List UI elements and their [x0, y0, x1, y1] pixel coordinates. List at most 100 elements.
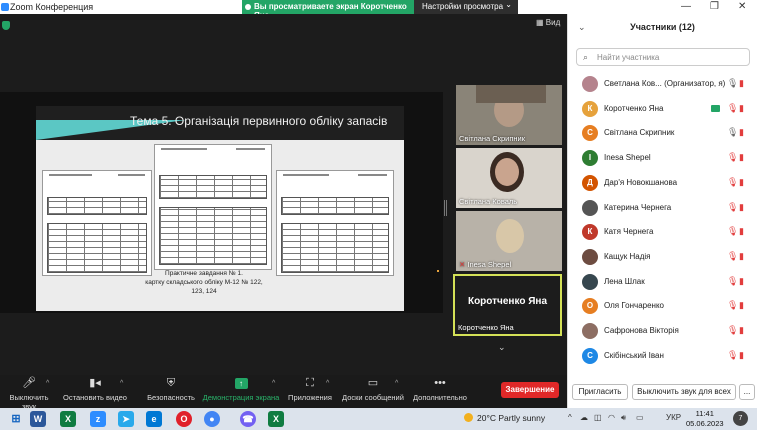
scroll-down-chevron-icon[interactable]: ⌄	[498, 342, 506, 353]
microphone-icon[interactable]: 🎙︎	[727, 78, 738, 89]
participant-search-input[interactable]: ⌕ Найти участника	[576, 48, 750, 66]
participant-name: Скібінський Іван	[604, 350, 664, 360]
minimize-button[interactable]: —	[681, 1, 691, 12]
share-screen-button[interactable]: ↑ Демонстрация экрана	[202, 377, 280, 402]
share-screen-icon: ↑	[202, 377, 280, 390]
more-options-button[interactable]: ...	[739, 384, 755, 400]
participant-row[interactable]: К Коротченко Яна 🎙︎ ▮	[568, 97, 757, 122]
avatar: О	[582, 298, 598, 315]
mic-muted-icon[interactable]: 🎙︎	[727, 152, 738, 163]
mute-options-caret-icon[interactable]: ^	[46, 380, 49, 387]
participant-row[interactable]: Лена Шлак 🎙︎ ▮	[568, 270, 757, 295]
video-off-icon[interactable]: ▮	[739, 325, 744, 336]
more-button[interactable]: ••• Дополнительно	[410, 377, 470, 402]
mute-all-button[interactable]: Выключить звук для всех	[632, 384, 736, 400]
start-button[interactable]: ⊞	[8, 411, 24, 427]
participant-row[interactable]: К Катя Чернега 🎙︎ ▮	[568, 220, 757, 245]
video-off-icon[interactable]: ▮	[739, 103, 744, 114]
mic-muted-icon[interactable]: 🎙︎	[727, 350, 738, 361]
video-off-icon[interactable]: ▮	[739, 226, 744, 237]
mic-muted-icon[interactable]: 🎙︎	[727, 276, 738, 287]
language-indicator[interactable]: УКР	[666, 413, 681, 422]
view-settings-button[interactable]: Настройки просмотра ⌄	[414, 0, 518, 14]
tray-expand-icon[interactable]: ^	[568, 413, 572, 422]
participant-row[interactable]: С Світлана Скрипник 🎙︎ ▮	[568, 121, 757, 146]
participant-row[interactable]: Катерина Чернега 🎙︎ ▮	[568, 196, 757, 221]
clock-time: 11:41	[695, 409, 714, 418]
video-off-icon[interactable]: ▮	[739, 78, 744, 89]
mic-muted-icon[interactable]: 🎙︎	[727, 300, 738, 311]
excel-window-icon[interactable]: X	[268, 411, 284, 427]
video-off-icon[interactable]: ▮	[739, 202, 744, 213]
video-off-icon[interactable]: ▮	[739, 276, 744, 287]
network-icon[interactable]: ◫	[594, 413, 602, 422]
participant-row[interactable]: Д Дар'я Новокшанова 🎙︎ ▮	[568, 171, 757, 196]
video-tile[interactable]: Світлана Скрипник	[456, 85, 562, 145]
end-meeting-button[interactable]: Завершение	[501, 382, 559, 398]
video-tile[interactable]: Світлана Коваль	[456, 148, 562, 208]
mic-muted-icon[interactable]: 🎙︎	[727, 177, 738, 188]
video-off-icon[interactable]: ▮	[739, 177, 744, 188]
active-speaker-tile[interactable]: Коротченко Яна Коротченко Яна	[453, 274, 562, 336]
word-icon[interactable]: W	[30, 411, 46, 427]
participant-row[interactable]: Кащук Надія 🎙︎ ▮	[568, 245, 757, 270]
share-options-caret-icon[interactable]: ^	[272, 380, 275, 387]
mic-muted-icon[interactable]: 🎙︎	[727, 325, 738, 336]
battery-icon[interactable]: ▭	[636, 413, 644, 422]
participant-row[interactable]: Светлана Ков... (Организатор, я) 🎙︎ ▮	[568, 72, 757, 97]
whiteboards-options-caret-icon[interactable]: ^	[395, 380, 398, 387]
stop-video-button[interactable]: ▮◂ Остановить видео	[62, 377, 128, 402]
volume-icon[interactable]: 🔊︎	[621, 413, 626, 423]
splitter-handle[interactable]	[444, 200, 447, 216]
weather-widget[interactable]: 20°C Partly sunny	[464, 413, 545, 423]
view-label: Вид	[545, 18, 561, 27]
participant-row[interactable]: О Оля Гончаренко 🎙︎ ▮	[568, 294, 757, 319]
participant-face	[495, 158, 519, 186]
video-tile[interactable]: ✕ Inesa Shepel	[456, 211, 562, 271]
security-button[interactable]: ⛨ Безопасность	[146, 377, 196, 402]
video-off-icon[interactable]: ▮	[739, 152, 744, 163]
view-button[interactable]: ▦ Вид	[536, 18, 560, 27]
background-shelf	[476, 85, 546, 103]
mic-muted-icon[interactable]: 🎙︎	[727, 202, 738, 213]
video-off-icon[interactable]: ▮	[739, 300, 744, 311]
avatar: Д	[582, 174, 598, 191]
mic-muted-icon[interactable]: 🎙︎	[727, 103, 738, 114]
encryption-shield-icon[interactable]	[2, 21, 10, 30]
video-off-icon[interactable]: ▮	[739, 251, 744, 262]
maximize-button[interactable]: ❐	[710, 1, 719, 12]
mic-muted-icon[interactable]: 🎙︎	[727, 226, 738, 237]
avatar: К	[582, 100, 598, 117]
opera-icon[interactable]: O	[176, 411, 192, 427]
invite-button[interactable]: Пригласить	[572, 384, 628, 400]
mic-muted-icon[interactable]: 🎙︎	[727, 251, 738, 262]
video-options-caret-icon[interactable]: ^	[120, 380, 123, 387]
notification-center-badge[interactable]: 7	[733, 411, 748, 426]
excel-icon[interactable]: X	[60, 411, 76, 427]
video-off-icon[interactable]: ▮	[739, 350, 744, 361]
onedrive-icon[interactable]: ☁	[580, 413, 588, 422]
chrome-icon[interactable]: ●	[204, 411, 220, 427]
microphone-icon[interactable]: 🎙︎	[727, 127, 738, 138]
partly-sunny-icon	[464, 413, 473, 422]
wifi-icon[interactable]: ◠	[608, 413, 615, 422]
video-off-icon[interactable]: ▮	[739, 127, 744, 138]
video-camera-icon: ▮◂	[89, 377, 101, 389]
apps-options-caret-icon[interactable]: ^	[326, 380, 329, 387]
edge-icon[interactable]: e	[146, 411, 162, 427]
close-button[interactable]: ✕	[738, 1, 746, 12]
participant-row[interactable]: С Скібінський Іван 🎙︎ ▮	[568, 344, 757, 369]
participant-row[interactable]: I Inesa Shepel 🎙︎ ▮	[568, 146, 757, 171]
participant-name: Світлана Скрипник	[604, 128, 675, 138]
participant-name: Сафронова Вікторія	[604, 326, 679, 335]
telegram-icon[interactable]: ➤	[118, 411, 134, 427]
slide-caption: Практичне завдання № 1. картку складсько…	[144, 269, 264, 296]
video-label: Остановить видео	[63, 393, 127, 402]
viber-icon[interactable]: ☎	[240, 411, 256, 427]
document-image	[276, 170, 394, 276]
zoom-taskbar-icon[interactable]: z	[90, 411, 106, 427]
slide-caption-line: Практичне завдання № 1.	[165, 270, 243, 277]
avatar: I	[582, 150, 598, 167]
participant-row[interactable]: Сафронова Вікторія 🎙︎ ▮	[568, 319, 757, 344]
system-clock[interactable]: 11:41 05.06.2023	[686, 409, 724, 429]
